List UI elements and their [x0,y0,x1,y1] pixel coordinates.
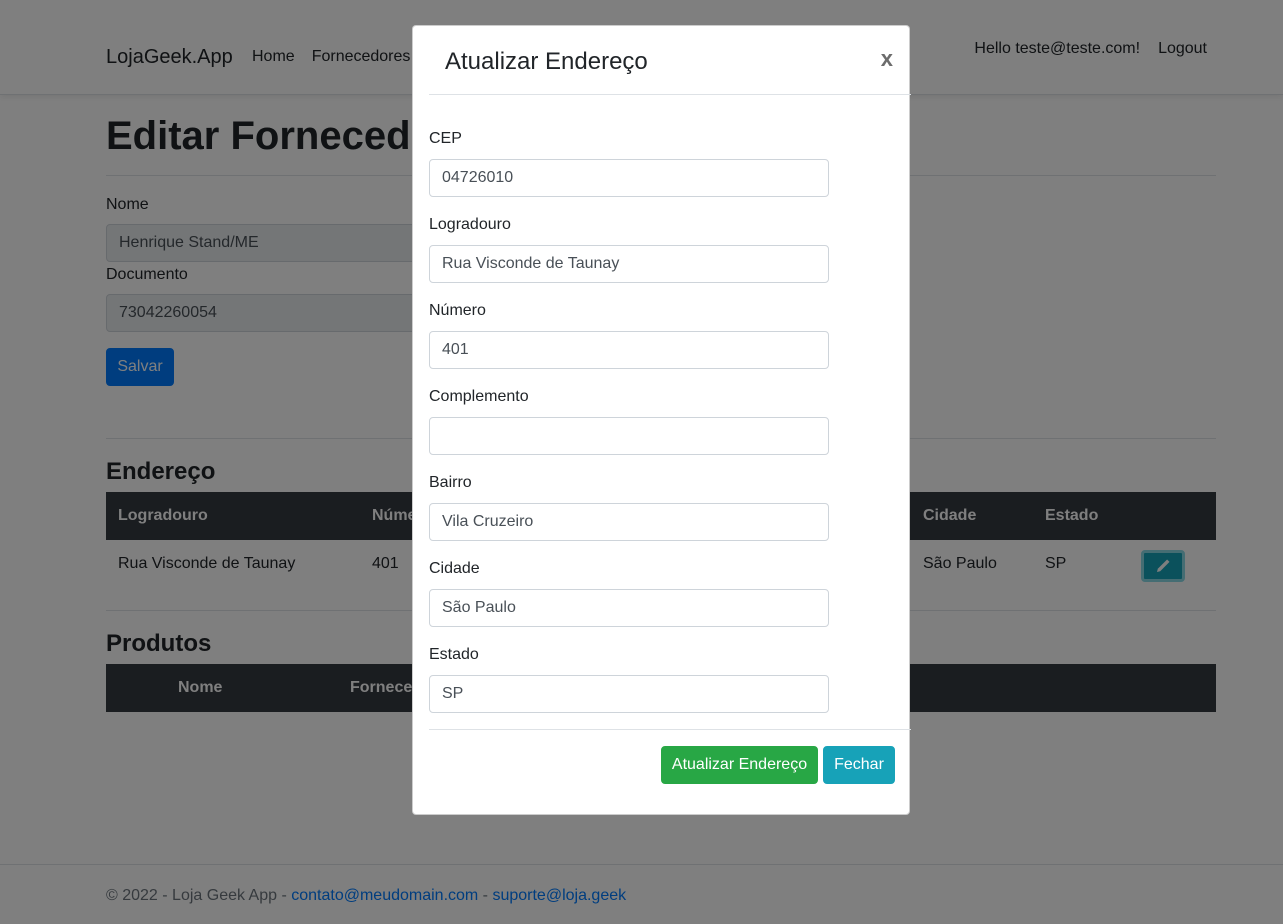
modal-header-divider [429,94,911,95]
complemento-input[interactable] [429,417,829,455]
modal-title: Atualizar Endereço [445,48,648,75]
cidade-input[interactable] [429,589,829,627]
complemento-label: Complemento [429,388,529,405]
estado-label: Estado [429,646,479,663]
update-address-button[interactable]: Atualizar Endereço [661,746,818,784]
close-modal-button[interactable]: Fechar [823,746,895,784]
numero-label: Número [429,302,486,319]
bairro-input[interactable] [429,503,829,541]
close-icon[interactable]: x [881,46,893,72]
modal-footer-divider [429,729,911,730]
estado-input[interactable] [429,675,829,713]
cidade-label: Cidade [429,560,480,577]
cep-label: CEP [429,130,462,147]
logradouro-label: Logradouro [429,216,511,233]
update-address-modal: Atualizar Endereço x CEP Logradouro Núme… [412,25,911,815]
numero-input[interactable] [429,331,829,369]
logradouro-input[interactable] [429,245,829,283]
bairro-label: Bairro [429,474,472,491]
cep-input[interactable] [429,159,829,197]
